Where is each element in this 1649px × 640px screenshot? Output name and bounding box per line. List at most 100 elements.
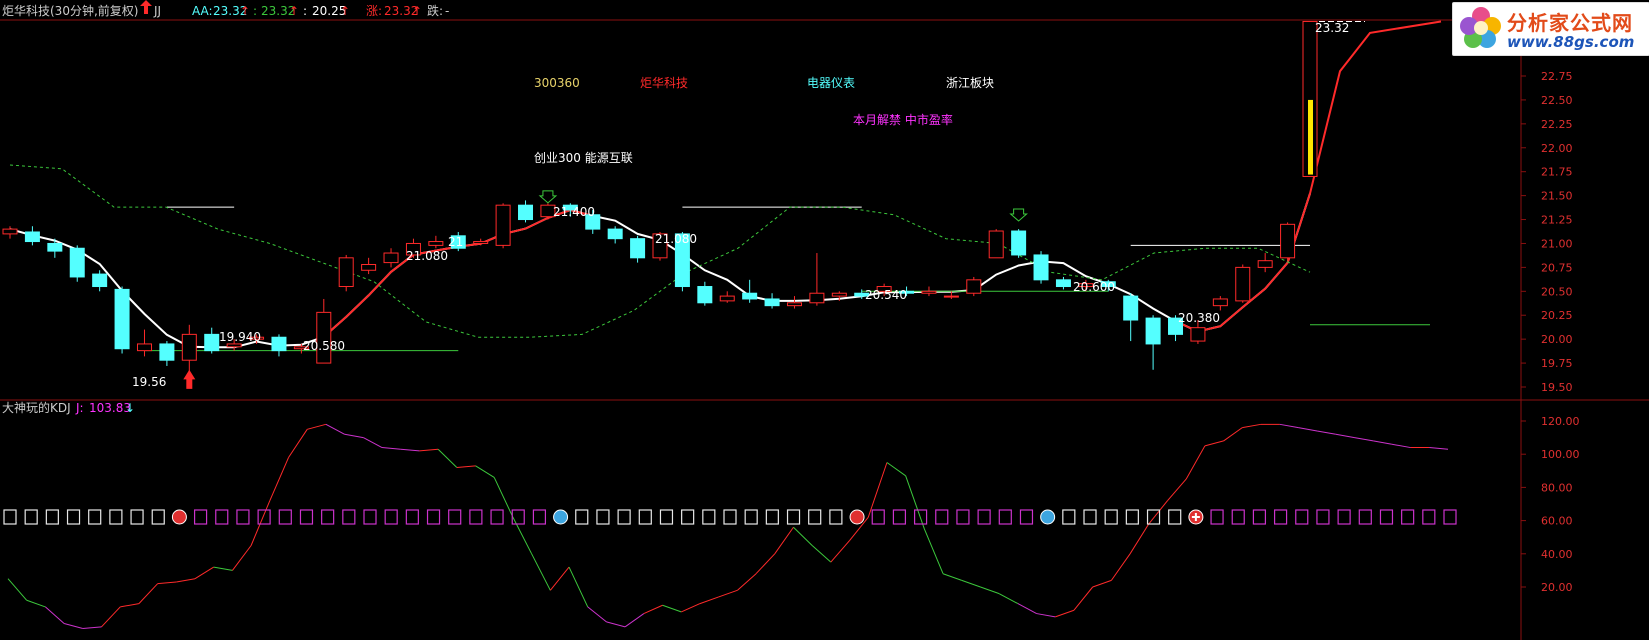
red-signal-icon [171,509,187,525]
candle-body [518,204,534,221]
y-tick-label: 19.50 [1541,381,1573,394]
aa-label: AA: [192,4,213,18]
zhang-label: 涨: [366,3,382,18]
candle-body [226,343,242,348]
stock-code: 300360 [534,76,580,90]
price-label: 23.32 [1315,21,1349,35]
candle-body [1033,254,1049,281]
kdj-y-tick-label: 100.00 [1541,448,1580,461]
candle-body [92,273,108,288]
candle-body [697,286,713,304]
candle-body [1011,230,1027,256]
price-label: 19.940 [219,330,261,344]
kdj-y-tick-label: 40.00 [1541,548,1573,561]
candle-body [1235,266,1251,302]
y-tick-label: 22.75 [1541,70,1573,83]
stock-title: 炬华科技(30分钟,前复权) [2,3,138,18]
aa-up-icon: ↑ [240,4,250,18]
zhang-up-icon: ↑ [412,4,422,18]
blue-signal-icon [1040,509,1056,525]
candle-body [316,311,332,364]
candle-body [24,231,40,243]
candle-body [831,292,847,297]
candle-body [607,228,623,240]
logo-name: 分析家公式网 [1507,11,1633,35]
candle-body [809,292,825,304]
red-signal-icon [849,509,865,525]
val2-separator: : [253,4,257,18]
candle-body [495,204,511,246]
candle-body [383,252,399,264]
candle-body [1280,223,1296,259]
candle-body [1145,317,1161,345]
candle-body [630,238,646,259]
candle-body [338,257,354,288]
kdj-j-label: J: [75,401,84,415]
candle-body [159,343,175,361]
price-label: 21.080 [406,249,448,263]
candle-body [428,241,444,246]
candle-body [966,279,982,294]
candle-body [271,336,287,352]
kdj-title: 大神玩的KDJ [2,400,71,415]
price-label: 20.600 [1073,280,1115,294]
price-label: 21.400 [553,205,595,219]
chart-canvas: 22.75 22.50 22.25 22.00 21.75 21.50 21.25 21.00… [0,0,1649,640]
candle-body [69,247,85,278]
price-label: 20.380 [1178,311,1220,325]
val3-up-icon: ↑ [340,4,350,18]
candle-body [764,298,780,307]
y-tick-label: 21.00 [1541,237,1573,250]
y-tick-label: 22.50 [1541,94,1573,107]
y-tick-label: 22.00 [1541,142,1573,155]
candle-body [136,343,152,352]
candle-body [742,292,758,300]
val3-separator: : [303,4,307,18]
stock-industry: 电器仪表 [807,76,855,90]
price-label: 20.580 [303,339,345,353]
candle-body [786,302,802,307]
kdj-y-tick-label: 120.00 [1541,415,1580,428]
kdj-y-tick-label: 80.00 [1541,481,1573,494]
y-tick-label: 21.25 [1541,214,1573,227]
y-tick-label: 20.75 [1541,261,1573,274]
y-tick-label: 22.25 [1541,118,1573,131]
candle-body [361,264,377,271]
candle-body [181,333,197,361]
stock-region: 浙江板块 [946,76,994,90]
y-tick-label: 20.50 [1541,285,1573,298]
candle-body [47,242,63,252]
price-label: 21 [448,235,463,249]
candle-body [921,290,937,294]
y-tick-label: 20.25 [1541,309,1573,322]
die-value: - [445,4,449,18]
yellow-volume-bar [1308,99,1313,175]
indicator-name: JJ [153,4,161,18]
blue-signal-icon [553,509,569,525]
candle-body [1123,295,1139,321]
stock-concepts: 创业300 能源互联 [534,151,633,165]
candle-body [943,295,959,298]
stock-events: 本月解禁 中市盈率 [853,112,953,127]
y-tick-label: 19.75 [1541,357,1573,370]
candle-body [2,228,18,235]
price-label: 21.080 [655,232,697,246]
kdj-y-tick-label: 20.00 [1541,581,1573,594]
price-label: 19.56 [132,375,166,389]
stock-name: 炬华科技 [640,76,688,90]
candle-body [204,333,220,352]
candle-body [1212,298,1228,307]
val2-up-icon: ↑ [289,4,299,18]
candle-body [1190,327,1206,342]
candle-body [1055,279,1071,288]
candle-body [1257,260,1273,268]
candle-body [473,241,489,244]
price-label: 20.540 [865,288,907,302]
candle-body [988,230,1004,259]
y-tick-label: 21.50 [1541,190,1573,203]
kdj-y-tick-label: 60.00 [1541,515,1573,528]
y-tick-label: 20.00 [1541,333,1573,346]
die-label: 跌: [427,3,443,18]
kdj-down-icon: ↓ [125,401,135,415]
flower-logo-icon [1460,7,1501,48]
